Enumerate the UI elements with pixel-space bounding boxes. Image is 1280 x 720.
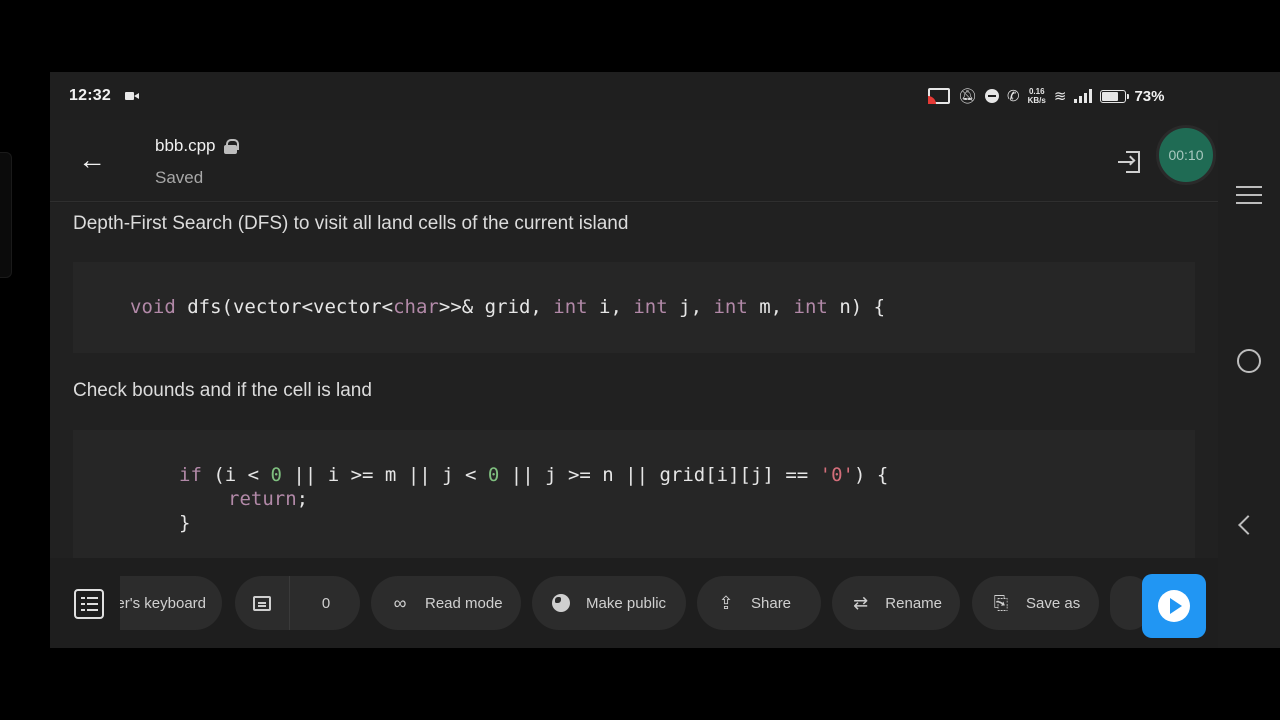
make-public-label: Make public [586, 594, 667, 612]
code-text: j, [667, 296, 714, 318]
recents-menu-icon[interactable] [1236, 186, 1262, 204]
swap-arrows-icon: ⇄ [853, 592, 869, 613]
code-keyword: int [633, 296, 668, 318]
screen-record-icon [124, 91, 139, 101]
read-mode-label: Read mode [425, 594, 503, 612]
status-icons: 🔕︎ ✆ 0.16 KB/s ≋ 73% [928, 72, 1164, 120]
read-mode-button[interactable]: ∞ Read mode [371, 576, 521, 630]
code-text: || i >= m || j < [281, 464, 488, 486]
keyboard-label: er's keyboard [120, 594, 206, 612]
infinity-icon: ∞ [393, 592, 407, 613]
back-arrow-icon[interactable]: ← [72, 140, 112, 180]
comment-icon [253, 595, 271, 611]
network-speed: 0.16 KB/s [1028, 87, 1046, 105]
code-text: dfs(vector<vector< [175, 296, 394, 318]
code-string: '0' [819, 464, 854, 486]
device-bezel [0, 152, 12, 278]
file-title[interactable]: bbb.cpp [155, 136, 239, 156]
save-as-icon: ⎘ [993, 592, 1009, 613]
code-text: (i < [201, 464, 271, 486]
share-button[interactable]: ⇪ Share [697, 576, 821, 630]
bottom-toolbar: er's keyboard 0 ∞ Read mode Make public … [50, 558, 1218, 648]
mute-bell-icon: 🔕︎ [958, 87, 978, 105]
document-list-icon[interactable] [74, 589, 104, 619]
keyboard-chip[interactable]: er's keyboard [120, 576, 222, 630]
code-number: 0 [487, 464, 500, 486]
status-time: 12:32 [69, 87, 111, 104]
rename-button[interactable]: ⇄ Rename [832, 576, 960, 630]
network-speed-unit: KB/s [1027, 96, 1046, 105]
system-back-icon[interactable] [1238, 515, 1258, 535]
phone-screen: 12:32 🔕︎ ✆ 0.16 KB/s ≋ 73% ← bbb.cpp Sav… [50, 72, 1280, 648]
home-circle-icon[interactable] [1237, 349, 1261, 373]
rename-label: Rename [885, 594, 942, 612]
play-icon [1158, 590, 1190, 622]
comment-count: 0 [321, 594, 331, 612]
signal-icon [1074, 89, 1093, 103]
code-text: m, [747, 296, 794, 318]
code-keyword: if [179, 464, 202, 486]
code-block[interactable]: void dfs(vector<vector<char>>& grid, int… [73, 262, 1195, 353]
save-as-button[interactable]: ⎘ Save as [972, 576, 1099, 630]
code-text: || j >= n || grid[i][j] == [499, 464, 820, 486]
paragraph-text: Depth-First Search (DFS) to visit all la… [73, 213, 629, 234]
code-text: i, [587, 296, 634, 318]
battery-percent: 73% [1134, 87, 1165, 105]
code-text: n) { [827, 296, 886, 318]
file-name: bbb.cpp [155, 136, 216, 155]
globe-icon [550, 594, 572, 612]
code-keyword: return [228, 488, 297, 510]
share-label: Share [751, 594, 792, 612]
status-bar: 12:32 🔕︎ ✆ 0.16 KB/s ≋ 73% [50, 72, 1280, 120]
recording-timer[interactable]: 00:10 [1156, 125, 1216, 185]
lock-icon [223, 138, 239, 154]
app-bar: ← bbb.cpp Saved [50, 120, 1218, 202]
code-text: >>& grid, [438, 296, 554, 318]
run-button[interactable] [1142, 574, 1206, 638]
save-as-label: Save as [1026, 594, 1081, 612]
code-keyword: char [393, 296, 439, 318]
do-not-disturb-icon [985, 89, 1000, 103]
code-keyword: int [713, 296, 748, 318]
call-icon: ✆ [1007, 87, 1020, 105]
save-status: Saved [155, 168, 204, 187]
paragraph-text: Check bounds and if the cell is land [73, 380, 372, 401]
battery-fill [1102, 91, 1119, 101]
make-public-button[interactable]: Make public [532, 576, 686, 630]
exit-icon[interactable] [1118, 150, 1142, 174]
battery-icon [1100, 89, 1130, 103]
code-block[interactable]: if (i < 0 || i >= m || j < 0 || j >= n |… [73, 430, 1195, 558]
code-keyword: int [553, 296, 588, 318]
share-icon: ⇪ [718, 592, 734, 613]
code-text: ) { [853, 464, 889, 486]
code-text: } [179, 512, 191, 534]
wifi-icon: ≋ [1053, 87, 1067, 105]
network-speed-value: 0.16 [1028, 87, 1045, 96]
comments-chip[interactable]: 0 [235, 576, 360, 630]
code-keyword: int [793, 296, 828, 318]
code-text: ; [296, 488, 309, 510]
code-number: 0 [270, 464, 282, 486]
system-nav-bar [1218, 120, 1280, 648]
cast-icon [928, 88, 950, 104]
code-keyword: void [130, 296, 176, 318]
document-content[interactable]: Depth-First Search (DFS) to visit all la… [50, 203, 1218, 558]
